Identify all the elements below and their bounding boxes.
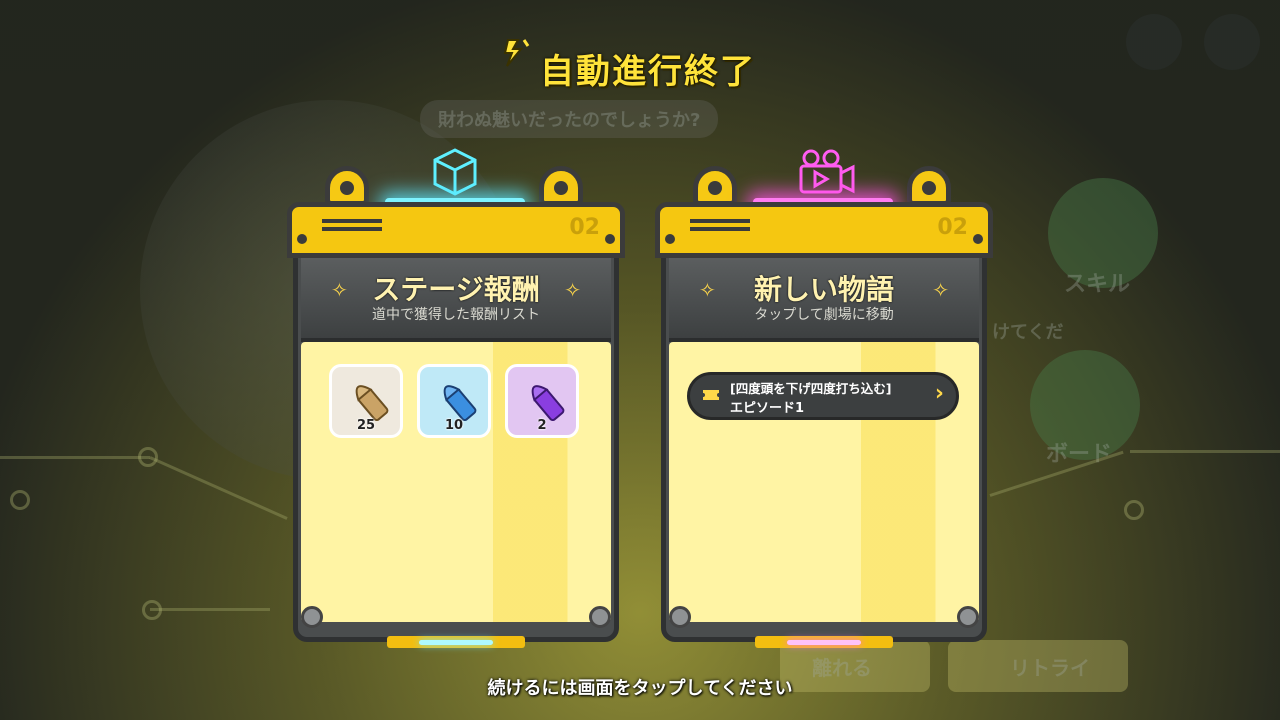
- panel-bottom-led: [419, 640, 493, 645]
- bolt: [973, 234, 983, 244]
- circuit-line: [149, 456, 288, 520]
- circuit-line: [0, 456, 150, 459]
- panel-title: ステージ報酬: [372, 273, 540, 306]
- panel-stripe: [690, 219, 750, 223]
- panel-bottom-led: [787, 640, 861, 645]
- panel-stripe: [322, 219, 382, 223]
- page-title: 自動進行終了: [540, 52, 756, 92]
- reward-item-bronze-bullet[interactable]: 25: [329, 364, 403, 438]
- panel-ear-left: [325, 166, 369, 206]
- background-board-label: ボード: [1046, 442, 1113, 467]
- corner-bolt: [301, 606, 323, 628]
- story-title: [四度頭を下げ四度打ち込む]: [730, 381, 892, 396]
- chevron-right-icon: ›: [934, 381, 944, 406]
- panel-number: 02: [937, 215, 968, 240]
- circuit-node: [142, 600, 162, 620]
- story-episode: エピソード1: [730, 401, 805, 416]
- lightning-icon: [503, 39, 530, 67]
- new-story-panel: 02 ✧ ✧ 新しい物語 タップして劇場に移動 [四度頭を下げ四度打ち込む] エ…: [655, 149, 993, 654]
- panel-header: ✧ ✧ 新しい物語 タップして劇場に移動: [669, 258, 979, 342]
- panel-ear-left: [693, 166, 737, 206]
- story-episode-button[interactable]: [四度頭を下げ四度打ち込む] エピソード1 ›: [687, 372, 959, 420]
- corner-bolt: [669, 606, 691, 628]
- reward-count: 25: [356, 418, 376, 433]
- corner-bolt: [957, 606, 979, 628]
- reward-count: 2: [537, 418, 547, 433]
- panel-ear-right: [907, 166, 951, 206]
- circuit-line: [989, 450, 1124, 497]
- background-top-circle-1: [1126, 14, 1182, 70]
- panel-subtitle: 道中で獲得した報酬リスト: [372, 307, 540, 323]
- circuit-line: [1130, 450, 1280, 453]
- panel-title: 新しい物語: [753, 273, 894, 306]
- background-board-bubble: [1030, 350, 1140, 460]
- panel-subtitle: タップして劇場に移動: [754, 307, 894, 323]
- corner-bolt: [589, 606, 611, 628]
- circuit-line: [150, 608, 270, 611]
- bolt: [665, 234, 675, 244]
- panel-number: 02: [569, 215, 600, 240]
- panel-top-bar: 02: [287, 202, 625, 258]
- circuit-node: [138, 447, 158, 467]
- panel-header: ✧ ✧ ステージ報酬 道中で獲得した報酬リスト: [301, 258, 611, 342]
- background-question-text: 財わぬ魅いだったのでしょうか?: [420, 100, 719, 138]
- circuit-node: [1124, 500, 1144, 520]
- reward-item-purple-bullet[interactable]: 2: [505, 364, 579, 438]
- bolt: [297, 234, 307, 244]
- background-scene: 財わぬ魅いだったのでしょうか? スキル ボード けてくだ 離れる リトライ: [0, 0, 1280, 720]
- background-skill-bubble: [1048, 178, 1158, 288]
- reward-list: 25 10 2: [301, 342, 611, 622]
- reward-item-blue-bullet[interactable]: 10: [417, 364, 491, 438]
- background-top-circle-2: [1204, 14, 1260, 70]
- story-list: [四度頭を下げ四度打ち込む] エピソード1 ›: [669, 342, 979, 622]
- reward-count: 10: [444, 418, 464, 433]
- panel-ear-right: [539, 166, 583, 206]
- background-skill-label: スキル: [1064, 272, 1131, 297]
- ticket-icon: [703, 390, 719, 400]
- panel-top-bar: 02: [655, 202, 993, 258]
- bolt: [605, 234, 615, 244]
- circuit-node: [10, 490, 30, 510]
- stage-reward-panel: 02 ✧ ✧ ステージ報酬 道中で獲得した報酬リスト 25 10 2: [287, 148, 625, 654]
- movie-camera-icon: [799, 149, 855, 194]
- tap-to-continue-text[interactable]: 続けるには画面をタップしてください: [0, 674, 1280, 700]
- cube-icon: [433, 148, 477, 196]
- background-partial-text: けてくだ: [992, 322, 1064, 343]
